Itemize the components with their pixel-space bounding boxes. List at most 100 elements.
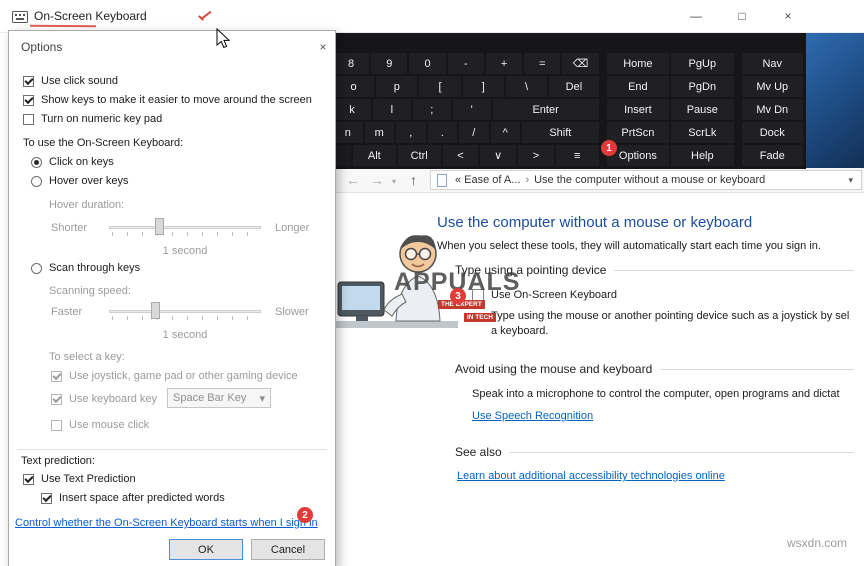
- breadcrumb-current[interactable]: Use the computer without a mouse or keyb…: [531, 174, 768, 186]
- key-menu-icon[interactable]: ≡: [556, 145, 599, 166]
- key-comma[interactable]: ,: [396, 122, 426, 143]
- scanning-speed-label: Scanning speed:: [49, 285, 131, 297]
- scan-through-keys-radio[interactable]: [31, 263, 42, 274]
- mouse-click-row: Use mouse click: [51, 419, 149, 431]
- use-text-prediction-row: Use Text Prediction: [23, 473, 136, 485]
- key-alt[interactable]: Alt: [353, 145, 396, 166]
- close-button[interactable]: ×: [770, 0, 806, 32]
- key-n[interactable]: n: [333, 122, 363, 143]
- key-arrow-up[interactable]: ^: [491, 122, 521, 143]
- insert-space-label: Insert space after predicted words: [59, 492, 225, 504]
- key-8[interactable]: 8: [333, 53, 369, 74]
- key-p[interactable]: p: [376, 76, 417, 97]
- maximize-button[interactable]: □: [724, 0, 760, 32]
- minimize-button[interactable]: —: [678, 0, 714, 32]
- annotation-badge-3: 3: [450, 288, 466, 304]
- key-scrlk[interactable]: ScrLk: [671, 122, 733, 143]
- click-on-keys-radio[interactable]: [31, 157, 42, 168]
- numeric-pad-checkbox[interactable]: [23, 114, 34, 125]
- cancel-button[interactable]: Cancel: [251, 539, 325, 560]
- key-arrow-right[interactable]: >: [518, 145, 554, 166]
- key-bracket-open[interactable]: [: [419, 76, 460, 97]
- key-shift[interactable]: Shift: [522, 122, 599, 143]
- osk-row-2: o p [ ] \ Del End PgDn Mv Up: [333, 76, 803, 97]
- insert-space-checkbox[interactable]: [41, 493, 52, 504]
- ok-button[interactable]: OK: [169, 539, 243, 560]
- insert-space-row: Insert space after predicted words: [41, 492, 225, 504]
- hover-over-keys-radio[interactable]: [31, 176, 42, 187]
- key-del[interactable]: Del: [549, 76, 598, 97]
- address-dropdown-icon[interactable]: ▾: [844, 175, 857, 186]
- use-click-sound-checkbox[interactable]: [23, 76, 34, 87]
- key-pgdn[interactable]: PgDn: [671, 76, 733, 97]
- key-mv-up[interactable]: Mv Up: [742, 76, 803, 97]
- key-minus[interactable]: -: [448, 53, 484, 74]
- key-quote[interactable]: ': [453, 99, 491, 120]
- key-arrow-left[interactable]: <: [443, 145, 479, 166]
- joystick-checkbox[interactable]: [51, 371, 62, 382]
- key-nav[interactable]: Nav: [742, 53, 803, 74]
- key-bracket-close[interactable]: ]: [463, 76, 504, 97]
- slider-track[interactable]: [109, 310, 261, 313]
- keyboard-key-checkbox[interactable]: [51, 394, 62, 405]
- scanning-speed-slider-row: Faster Slower: [9, 301, 337, 325]
- key-help[interactable]: Help: [671, 145, 733, 166]
- show-keys-checkbox[interactable]: [23, 95, 34, 106]
- slider-thumb[interactable]: [155, 218, 164, 235]
- key-semicolon[interactable]: ;: [413, 99, 451, 120]
- key-0[interactable]: 0: [409, 53, 445, 74]
- breadcrumb-root[interactable]: « Ease of A...: [452, 174, 523, 186]
- page-intro: When you select these tools, they will a…: [437, 240, 821, 252]
- slider-thumb[interactable]: [151, 302, 160, 319]
- keyboard-key-label: Use keyboard key: [69, 393, 157, 405]
- click-sound-row: Use click sound: [23, 75, 118, 87]
- joystick-label: Use joystick, game pad or other gaming d…: [69, 370, 298, 382]
- key-home[interactable]: Home: [607, 53, 669, 74]
- address-bar[interactable]: « Ease of A... › Use the computer withou…: [430, 170, 862, 190]
- key-arrow-down[interactable]: ∨: [480, 145, 516, 166]
- key-prtscn[interactable]: PrtScn: [607, 122, 669, 143]
- key-equals[interactable]: =: [524, 53, 560, 74]
- use-text-prediction-checkbox[interactable]: [23, 474, 34, 485]
- select-key-label: To select a key:: [49, 351, 125, 363]
- dialog-close-icon[interactable]: ×: [313, 38, 333, 56]
- key-o[interactable]: o: [333, 76, 374, 97]
- accessibility-technologies-link[interactable]: Learn about additional accessibility tec…: [457, 470, 725, 482]
- key-backslash[interactable]: \: [506, 76, 547, 97]
- key-fade[interactable]: Fade: [742, 145, 803, 166]
- keyboard-key-select[interactable]: Space Bar Key ▾: [167, 388, 271, 408]
- key-end[interactable]: End: [607, 76, 669, 97]
- key-backspace[interactable]: ⌫: [562, 53, 598, 74]
- hover-duration-slider[interactable]: [109, 217, 261, 239]
- dialog-title: Options: [21, 40, 62, 54]
- key-pgup[interactable]: PgUp: [671, 53, 733, 74]
- back-icon[interactable]: ←: [346, 172, 360, 188]
- key-ctrl[interactable]: Ctrl: [398, 145, 441, 166]
- slider-track[interactable]: [109, 226, 261, 229]
- history-dropdown-icon[interactable]: ▾: [392, 177, 396, 186]
- key-slash[interactable]: /: [459, 122, 489, 143]
- section-heading: Type using a pointing device: [455, 263, 606, 277]
- key-period[interactable]: .: [428, 122, 458, 143]
- key-m[interactable]: m: [365, 122, 395, 143]
- up-icon[interactable]: ↑: [410, 172, 417, 188]
- key-l[interactable]: l: [373, 99, 411, 120]
- key-k[interactable]: k: [333, 99, 371, 120]
- use-text-prediction-label: Use Text Prediction: [41, 473, 136, 485]
- startup-settings-link[interactable]: Control whether the On-Screen Keyboard s…: [15, 517, 318, 529]
- mouse-click-checkbox[interactable]: [51, 420, 62, 431]
- forward-icon[interactable]: →: [370, 172, 384, 188]
- section-heading: See also: [455, 445, 502, 459]
- key-insert[interactable]: Insert: [607, 99, 669, 120]
- key-plus[interactable]: +: [486, 53, 522, 74]
- key-pause[interactable]: Pause: [671, 99, 733, 120]
- scanning-speed-slider[interactable]: [109, 301, 261, 323]
- on-screen-keyboard: 8 9 0 - + = ⌫ Home PgUp Nav o p: [330, 33, 806, 169]
- key-enter[interactable]: Enter: [493, 99, 599, 120]
- explorer-toolbar: ← → ▾ ↑ « Ease of A... › Use the compute…: [330, 168, 864, 193]
- speech-recognition-link[interactable]: Use Speech Recognition: [472, 410, 593, 422]
- key-9[interactable]: 9: [371, 53, 407, 74]
- use-osk-checkbox[interactable]: [472, 289, 484, 301]
- key-mv-dn[interactable]: Mv Dn: [742, 99, 803, 120]
- key-dock[interactable]: Dock: [742, 122, 803, 143]
